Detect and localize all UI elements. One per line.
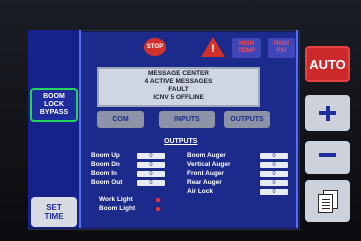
light-label: Work Light <box>99 196 133 203</box>
tab-inputs[interactable]: INPUTS <box>159 111 215 128</box>
output-value: 0 <box>137 153 165 159</box>
output-label: Boom Out <box>91 179 123 186</box>
set-time-button[interactable]: SET TIME <box>31 197 77 227</box>
output-label: Air Lock <box>187 188 214 195</box>
output-label: Boom Up <box>91 152 120 159</box>
output-value: 0 <box>137 171 165 177</box>
output-label: Boom Dn <box>91 161 120 168</box>
left-divider <box>79 30 81 228</box>
tab-com[interactable]: COM <box>97 111 144 128</box>
boom-light-indicator <box>156 207 160 211</box>
output-value: 0 <box>260 180 288 186</box>
output-label: Boom In <box>91 170 117 177</box>
message-center-title: MESSAGE CENTER <box>147 70 210 77</box>
active-messages-count: 4 ACTIVE MESSAGES <box>144 78 213 85</box>
output-value: 0 <box>260 162 288 168</box>
output-value: 0 <box>137 180 165 186</box>
output-label: Front Auger <box>187 170 224 177</box>
document-sheet-icon <box>318 194 333 213</box>
right-divider <box>296 30 298 228</box>
document-line-icon <box>322 208 330 209</box>
output-value: 0 <box>260 189 288 195</box>
message-center[interactable]: MESSAGE CENTER 4 ACTIVE MESSAGES FAULT I… <box>97 67 260 107</box>
warning-exclamation-icon: ! <box>211 43 215 55</box>
high-psi-indicator: HIGH PSI <box>268 38 295 58</box>
output-label: Vertical Auger <box>187 161 231 168</box>
output-value: 0 <box>260 171 288 177</box>
plus-icon <box>319 106 336 121</box>
minus-icon <box>319 153 336 157</box>
decrease-button[interactable] <box>305 141 350 174</box>
message-line: FAULT <box>168 86 189 93</box>
work-light-indicator <box>156 198 160 202</box>
output-label: Rear Auger <box>187 179 222 186</box>
output-value: 0 <box>260 153 288 159</box>
boom-lock-bypass-button[interactable]: BOOM LOCK BYPASS <box>30 88 78 122</box>
light-label: Boom Light <box>99 205 136 212</box>
output-label: Boom Auger <box>187 152 226 159</box>
document-line-icon <box>322 205 330 206</box>
documents-icon <box>317 190 338 213</box>
output-value: 0 <box>137 162 165 168</box>
auto-button[interactable]: AUTO <box>305 46 350 82</box>
document-line-icon <box>322 199 330 200</box>
stop-indicator: STOP <box>144 38 166 56</box>
high-temp-indicator: HIGH TEMP <box>232 38 261 58</box>
outputs-section-title: OUTPUTS <box>164 138 198 145</box>
document-line-icon <box>322 202 330 203</box>
message-line: ICNV 5 OFFLINE <box>153 94 204 101</box>
tab-outputs[interactable]: OUTPUTS <box>224 111 270 128</box>
